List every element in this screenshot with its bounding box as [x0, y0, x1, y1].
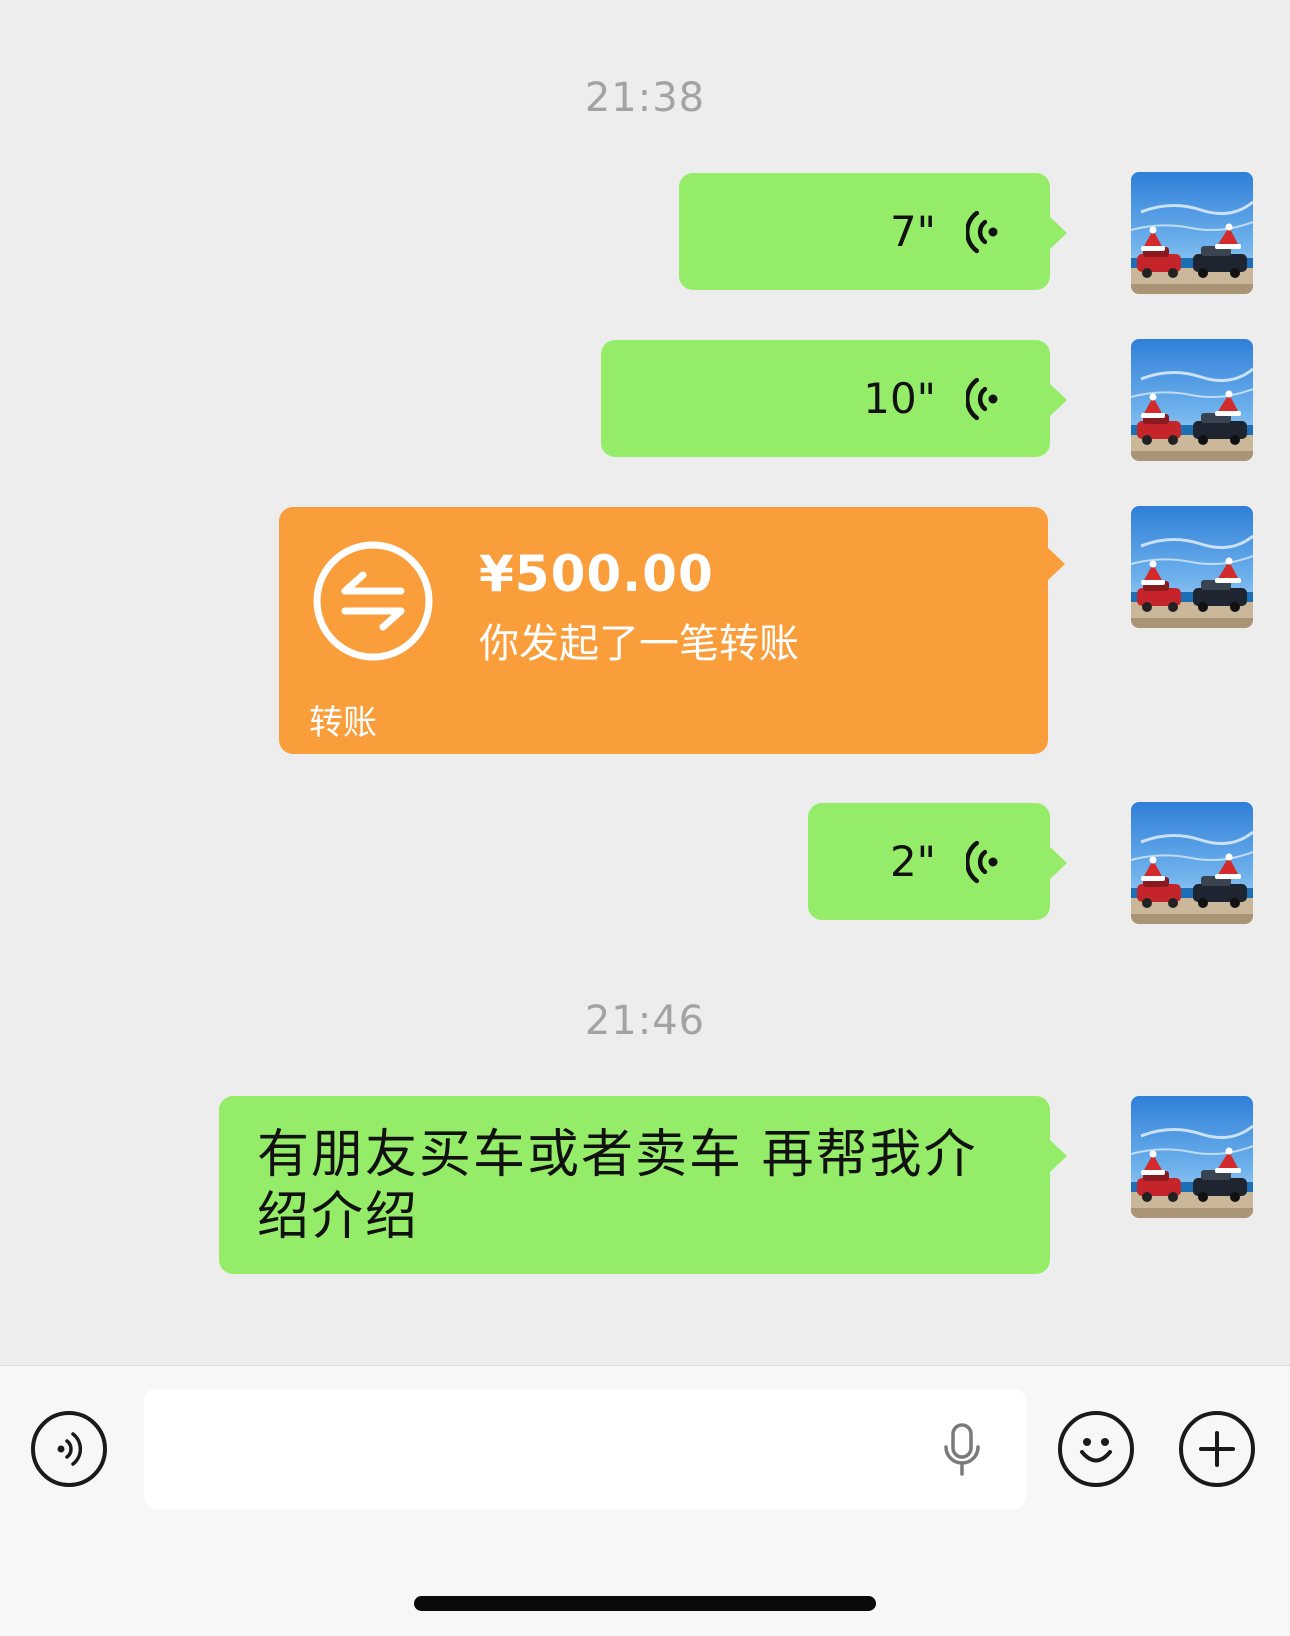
bubble-tail	[1049, 216, 1067, 250]
transfer-arrows-icon	[311, 539, 435, 667]
home-indicator[interactable]	[414, 1596, 876, 1611]
microphone-icon[interactable]	[942, 1423, 982, 1481]
text-message-bubble[interactable]: 有朋友买车或者卖车 再帮我介绍介绍	[219, 1096, 1067, 1274]
avatar[interactable]	[1131, 172, 1253, 294]
avatar[interactable]	[1131, 802, 1253, 924]
message-input[interactable]	[144, 1389, 1026, 1509]
timestamp: 21:46	[584, 998, 706, 1044]
voice-message-bubble[interactable]: 7"	[679, 173, 1067, 290]
emoji-button[interactable]	[1058, 1411, 1134, 1487]
voice-duration: 7"	[889, 207, 936, 256]
message-text: 有朋友买车或者卖车 再帮我介绍介绍	[257, 1125, 978, 1247]
voice-playback-icon	[966, 209, 1002, 255]
avatar[interactable]	[1131, 1096, 1253, 1218]
voice-playback-icon	[966, 839, 1002, 885]
emoji-smile-icon	[1080, 1438, 1112, 1463]
transfer-description: 你发起了一笔转账	[479, 621, 799, 667]
transfer-message-card[interactable]: ¥500.00 你发起了一笔转账 转账	[279, 507, 1065, 754]
bubble-tail	[1049, 846, 1067, 880]
voice-message-bubble[interactable]: 2"	[808, 803, 1067, 920]
voice-toggle-button[interactable]	[31, 1411, 107, 1487]
transfer-amount: ¥500.00	[479, 545, 714, 603]
voice-playback-icon	[966, 376, 1002, 422]
plus-circle-icon	[1199, 1431, 1235, 1467]
voice-duration: 10"	[863, 374, 936, 423]
avatar[interactable]	[1131, 506, 1253, 628]
bubble-tail	[1047, 547, 1065, 581]
avatar[interactable]	[1131, 339, 1253, 461]
voice-duration: 2"	[889, 837, 936, 886]
bubble-tail	[1049, 383, 1067, 417]
bubble-tail	[1049, 1139, 1067, 1173]
voice-message-bubble[interactable]: 10"	[601, 340, 1067, 457]
chat-area[interactable]: 21:38 7" 10" ¥500.00 你发起了一笔转账 转账 2" 21:4…	[0, 0, 1290, 1365]
voice-toggle-icon	[57, 1432, 83, 1466]
transfer-label: 转账	[309, 703, 377, 743]
timestamp: 21:38	[584, 75, 706, 121]
more-button[interactable]	[1179, 1411, 1255, 1487]
